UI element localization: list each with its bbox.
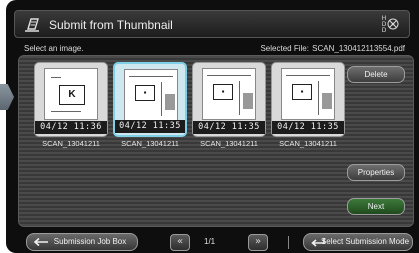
thumbnail-preview: ▪ — [202, 68, 256, 120]
hdd-disc-icon — [387, 18, 399, 30]
thumbnail-timestamp: 04/12 11:35 — [193, 121, 265, 134]
thumbnail-preview: K — [44, 68, 98, 120]
return-arrow-icon — [311, 238, 325, 247]
thumbnail-filename: SCAN_13041211 — [42, 139, 100, 148]
delete-button[interactable]: Delete — [347, 66, 405, 83]
hdd-status-indicator: HDD — [381, 14, 399, 35]
thumbnail-mark: K — [59, 85, 85, 105]
thumbnail-timestamp: 04/12 11:35 — [115, 120, 185, 133]
thumbnail-filename: SCAN_13041211 — [121, 139, 179, 148]
selected-file-value: SCAN_130412113554.pdf — [312, 44, 405, 53]
selected-file-info: Selected File: SCAN_130412113554.pdf — [259, 44, 405, 53]
next-button[interactable]: Next — [347, 198, 405, 215]
mode-button-label: Select Submission Mode — [320, 237, 410, 246]
instruction-text: Select an image. — [24, 44, 84, 53]
thumbnail-item-selected[interactable]: ▪ 04/12 11:35 — [113, 62, 187, 137]
device-screen: Submit from Thumbnail HDD Select an imag… — [6, 0, 419, 253]
thumbnail-filename: SCAN_13041211 — [200, 139, 258, 148]
thumbnail-timestamp: 04/12 11:36 — [35, 121, 107, 134]
scan-document-icon — [25, 18, 39, 32]
double-chevron-right-icon: » — [254, 236, 262, 247]
footer-divider — [288, 236, 289, 249]
title-bar: Submit from Thumbnail HDD — [14, 10, 410, 38]
thumbnail-timestamp: 04/12 11:35 — [272, 121, 344, 134]
properties-button[interactable]: Properties — [347, 164, 405, 181]
thumbnail-preview: ▪ — [124, 69, 178, 121]
select-submission-mode-button[interactable]: Select Submission Mode — [303, 233, 413, 251]
submission-job-box-button[interactable]: Submission Job Box — [26, 233, 138, 251]
thumbnail-panel: K 04/12 11:36 SCAN_13041211 ▪ 04/12 11:3… — [18, 55, 414, 227]
double-chevron-left-icon: « — [176, 236, 184, 247]
previous-page-button[interactable]: « — [170, 234, 190, 251]
next-page-button[interactable]: » — [248, 234, 268, 251]
page-indicator: 1/1 — [204, 237, 216, 246]
thumbnail-item[interactable]: ▪ 04/12 11:35 — [271, 62, 345, 137]
thumbnail-item[interactable]: K 04/12 11:36 — [34, 62, 108, 137]
thumbnail-item[interactable]: ▪ 04/12 11:35 — [192, 62, 266, 137]
page-title: Submit from Thumbnail — [49, 18, 173, 32]
selected-file-label: Selected File: — [260, 44, 309, 53]
thumbnail-preview: ▪ — [281, 68, 335, 120]
back-arrow-icon — [33, 237, 48, 247]
thumbnail-filename: SCAN_13041211 — [279, 139, 337, 148]
back-button-label: Submission Job Box — [53, 237, 127, 246]
